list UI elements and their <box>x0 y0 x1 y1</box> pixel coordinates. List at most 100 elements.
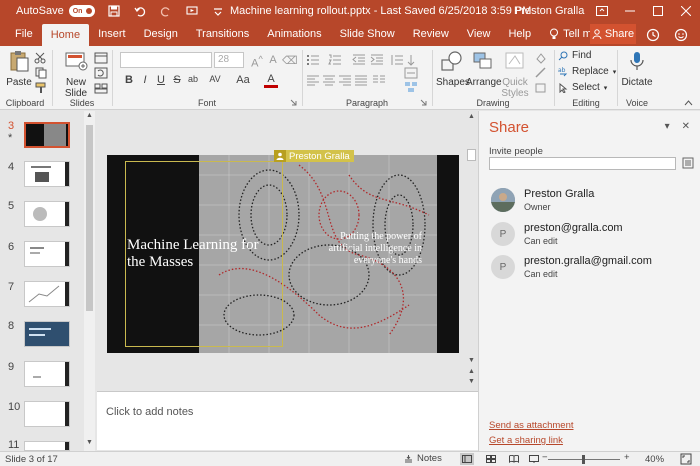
scroll-up-icon[interactable]: ▲ <box>468 113 475 120</box>
scrollbar-thumb[interactable] <box>86 125 93 311</box>
clear-formatting-button[interactable]: ⌫ <box>282 54 298 67</box>
get-sharing-link[interactable]: Get a sharing link <box>489 435 563 446</box>
section-icon[interactable] <box>94 82 108 94</box>
slide-thumbnail-7[interactable] <box>24 281 70 307</box>
title-selection-box[interactable] <box>125 161 283 347</box>
slide-subtitle[interactable]: Putting the power of artificial intellig… <box>312 231 422 267</box>
tab-home[interactable]: Home <box>41 24 90 46</box>
increase-indent-icon[interactable] <box>370 54 384 66</box>
share-button[interactable]: Share <box>590 24 636 44</box>
invite-people-input[interactable] <box>489 157 676 170</box>
tab-insert[interactable]: Insert <box>89 22 135 46</box>
slide-thumbnail-5[interactable] <box>24 201 70 227</box>
tab-review[interactable]: Review <box>404 22 458 46</box>
align-right-icon[interactable] <box>338 75 352 87</box>
scroll-up-icon[interactable]: ▲ <box>86 112 93 119</box>
change-case-button[interactable]: Aa <box>234 74 252 86</box>
line-spacing-icon[interactable] <box>390 54 404 66</box>
save-icon[interactable] <box>107 4 121 18</box>
previous-slide-icon[interactable]: ▲ <box>468 368 475 375</box>
shapes-button[interactable]: Shapes <box>436 50 470 88</box>
align-center-icon[interactable] <box>322 75 336 87</box>
shape-fill-icon[interactable] <box>534 52 548 64</box>
arrange-button[interactable]: Arrange <box>466 50 502 88</box>
new-slide-button[interactable]: New Slide <box>60 50 92 99</box>
slide-sorter-view-icon[interactable] <box>484 453 498 465</box>
maximize-icon[interactable] <box>644 0 672 22</box>
smiley-feedback-icon[interactable] <box>672 26 690 44</box>
close-icon[interactable] <box>672 0 700 22</box>
notes-toggle[interactable]: Notes <box>404 453 442 464</box>
zoom-in-icon[interactable]: + <box>624 452 630 463</box>
numbering-icon[interactable] <box>328 54 342 66</box>
fit-to-window-icon[interactable] <box>680 453 692 466</box>
autosave-toggle[interactable]: On <box>68 5 95 17</box>
layout-icon[interactable] <box>94 52 108 64</box>
cut-icon[interactable] <box>34 52 48 64</box>
collapse-ribbon-icon[interactable] <box>684 100 693 106</box>
tab-help[interactable]: Help <box>499 22 540 46</box>
customize-toolbar-icon[interactable] <box>211 4 225 18</box>
slide-thumbnail-10[interactable] <box>24 401 70 427</box>
columns-icon[interactable] <box>372 75 386 87</box>
redo-icon[interactable] <box>159 4 173 18</box>
normal-view-icon[interactable] <box>460 453 474 465</box>
decrease-indent-icon[interactable] <box>352 54 366 66</box>
select-button[interactable]: Select ▾ <box>558 82 607 93</box>
address-book-icon[interactable] <box>682 157 694 169</box>
shared-person[interactable]: P preston.gralla@gmail.com Can edit <box>491 255 691 285</box>
replace-button[interactable]: ab Replace ▾ <box>558 66 616 77</box>
slide-thumbnail-6[interactable] <box>24 241 70 267</box>
reset-slide-icon[interactable] <box>94 67 108 79</box>
minimize-icon[interactable] <box>616 0 644 22</box>
dictate-button[interactable]: Dictate <box>619 50 655 88</box>
slide-thumbnail-8[interactable] <box>24 321 70 347</box>
signed-in-user[interactable]: Preston Gralla <box>514 5 584 17</box>
tab-slide-show[interactable]: Slide Show <box>331 22 404 46</box>
align-left-icon[interactable] <box>306 75 320 87</box>
tab-animations[interactable]: Animations <box>258 22 330 46</box>
tab-design[interactable]: Design <box>135 22 187 46</box>
bullets-icon[interactable] <box>306 54 320 66</box>
slide-thumbnail-9[interactable] <box>24 361 70 387</box>
shape-effects-icon[interactable] <box>534 82 548 94</box>
justify-icon[interactable] <box>354 75 368 87</box>
next-slide-icon[interactable]: ▼ <box>468 378 475 385</box>
close-icon[interactable]: ✕ <box>682 121 690 132</box>
shared-person[interactable]: Preston Gralla Owner <box>491 188 691 218</box>
font-family-box[interactable] <box>120 52 212 68</box>
ribbon-display-options-icon[interactable] <box>588 0 616 22</box>
find-button[interactable]: Find <box>558 50 591 61</box>
notes-pane[interactable]: Click to add notes <box>97 391 478 450</box>
thumbnails-scrollbar[interactable]: ▲ ▼ <box>84 111 95 451</box>
scroll-down-icon[interactable]: ▼ <box>468 357 475 364</box>
decrease-font-size-button[interactable]: A <box>266 54 280 66</box>
character-spacing-button[interactable]: AV <box>206 74 224 84</box>
shape-outline-icon[interactable] <box>534 67 548 79</box>
zoom-slider-thumb[interactable] <box>582 455 585 464</box>
slide-scrollbar[interactable]: ▲ ▼ ▲ ▼ <box>465 111 478 391</box>
current-slide[interactable]: Machine Learning for the Masses Putting … <box>107 155 459 353</box>
scrollbar-thumb[interactable] <box>467 149 476 161</box>
pane-options-icon[interactable]: ▾ <box>665 121 670 132</box>
zoom-level[interactable]: 40% <box>645 454 664 465</box>
reading-view-icon[interactable] <box>507 453 521 465</box>
format-painter-icon[interactable] <box>34 82 48 94</box>
shared-person[interactable]: P preston@gralla.com Can edit <box>491 222 691 252</box>
font-size-box[interactable]: 28 <box>214 52 244 68</box>
copy-icon[interactable] <box>34 67 48 79</box>
smartart-icon[interactable] <box>404 81 418 93</box>
send-as-attachment-link[interactable]: Send as attachment <box>489 420 574 431</box>
font-color-button[interactable]: A <box>264 74 278 88</box>
activity-icon[interactable] <box>644 26 662 44</box>
scroll-down-icon[interactable]: ▼ <box>86 439 93 446</box>
align-text-icon[interactable] <box>404 67 418 79</box>
slide-thumbnail-11[interactable] <box>24 441 70 451</box>
zoom-out-icon[interactable]: − <box>542 452 548 463</box>
underline-button[interactable]: U <box>154 74 168 86</box>
text-direction-icon[interactable] <box>404 54 418 66</box>
slide-thumbnail-4[interactable] <box>24 161 70 187</box>
text-shadow-button[interactable]: ab <box>186 74 200 84</box>
tab-view[interactable]: View <box>458 22 500 46</box>
italic-button[interactable]: I <box>138 74 152 86</box>
